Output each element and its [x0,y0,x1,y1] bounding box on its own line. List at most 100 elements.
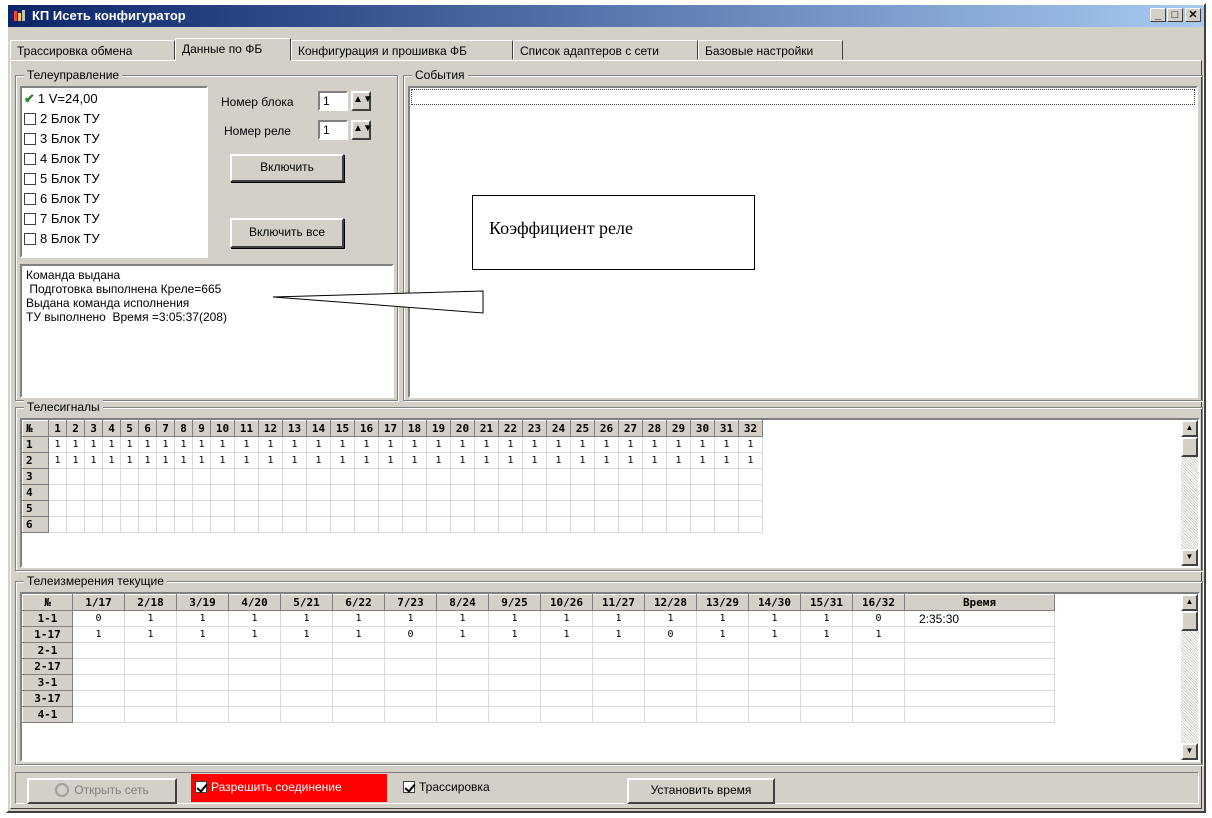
table-cell[interactable] [644,674,697,691]
table-row[interactable]: 3-17 [22,690,1055,707]
table-cell[interactable] [124,690,177,707]
table-cell[interactable]: 1 [618,436,643,453]
table-cell[interactable] [800,706,853,723]
table-cell[interactable]: 1 [714,452,739,469]
table-cell[interactable] [72,658,125,675]
table-cell[interactable]: 1 [800,610,853,627]
scroll-down-icon[interactable]: ▼ [1181,743,1198,760]
relay-item[interactable]: 6 Блок ТУ [24,189,204,209]
table-cell[interactable]: 0 [384,626,437,643]
table-cell[interactable] [84,484,103,501]
table-cell[interactable] [696,674,749,691]
tab-trace[interactable]: Трассировка обмена [10,40,175,60]
table-cell[interactable] [642,500,667,517]
table-cell[interactable] [748,690,801,707]
table-cell[interactable]: 1 [234,452,259,469]
table-cell[interactable] [330,468,355,485]
block-number-input[interactable]: 1 [318,91,348,111]
table-cell[interactable]: 1 [66,452,85,469]
table-cell[interactable] [474,468,499,485]
tracing-toggle[interactable]: Трассировка [397,776,547,800]
allow-connection-checkbox[interactable] [195,781,207,793]
table-cell[interactable] [282,500,307,517]
table-cell[interactable] [618,500,643,517]
table-cell[interactable] [48,500,67,517]
table-cell[interactable] [546,500,571,517]
table-cell[interactable] [156,484,175,501]
table-cell[interactable]: 1 [174,452,193,469]
table-cell[interactable] [800,642,853,659]
tab-fb-config[interactable]: Конфигурация и прошивка ФБ [291,40,513,60]
table-cell[interactable]: 1 [282,436,307,453]
table-cell[interactable] [748,706,801,723]
relay-number-spin-icon[interactable]: ▲▼ [351,120,373,140]
table-cell[interactable] [192,516,211,533]
table-cell[interactable] [102,516,121,533]
table-cell[interactable] [84,468,103,485]
relay-item[interactable]: 8 Блок ТУ [24,229,204,249]
table-cell[interactable] [644,658,697,675]
table-cell[interactable] [306,500,331,517]
table-cell[interactable] [332,690,385,707]
table-cell[interactable] [384,706,437,723]
table-cell[interactable]: 1 [738,452,763,469]
table-cell[interactable]: 1 [498,452,523,469]
table-cell[interactable] [280,690,333,707]
table-cell[interactable] [228,658,281,675]
table-cell[interactable] [540,642,593,659]
table-cell[interactable]: 1 [176,610,229,627]
table-cell[interactable] [426,500,451,517]
table-cell[interactable] [234,516,259,533]
table-cell[interactable] [852,658,905,675]
table-cell[interactable] [402,468,427,485]
table-cell[interactable]: 1 [330,436,355,453]
relay-number-input[interactable]: 1 [318,120,348,140]
table-cell[interactable]: 1 [800,626,853,643]
table-cell[interactable] [852,674,905,691]
table-cell[interactable] [592,642,645,659]
switch-on-all-button[interactable]: Включить все [230,218,344,248]
table-cell[interactable] [690,468,715,485]
table-cell[interactable]: 1 [474,436,499,453]
table-cell[interactable]: 1 [642,436,667,453]
table-cell[interactable] [282,516,307,533]
title-bar[interactable]: КП Исеть конфигуратор _ □ ✕ [8,5,1204,27]
table-cell[interactable] [234,468,259,485]
table-cell[interactable] [748,642,801,659]
table-cell[interactable] [280,706,333,723]
table-row[interactable]: 4 [22,484,763,501]
table-cell[interactable]: 1 [498,436,523,453]
table-cell[interactable]: 1 [402,452,427,469]
table-cell[interactable] [738,500,763,517]
table-cell[interactable]: 0 [852,610,905,627]
table-cell[interactable]: 1 [72,626,125,643]
table-cell[interactable]: 1 [696,610,749,627]
table-cell[interactable] [436,658,489,675]
table-cell[interactable] [306,468,331,485]
table-cell[interactable] [800,690,853,707]
scroll-up-icon[interactable]: ▲ [1181,594,1198,611]
table-cell[interactable]: 1 [618,452,643,469]
table-cell[interactable] [474,516,499,533]
table-cell[interactable] [384,674,437,691]
table-cell[interactable]: 1 [102,452,121,469]
table-cell[interactable] [280,658,333,675]
table-cell[interactable]: 1 [426,436,451,453]
tab-base-settings[interactable]: Базовые настройки [698,40,843,60]
table-cell[interactable] [714,468,739,485]
table-cell[interactable] [522,484,547,501]
table-cell[interactable] [592,690,645,707]
table-cell[interactable] [102,468,121,485]
table-cell[interactable] [540,706,593,723]
table-cell[interactable] [592,658,645,675]
table-cell[interactable] [332,674,385,691]
table-cell[interactable] [192,500,211,517]
table-cell[interactable]: 1 [306,452,331,469]
table-cell[interactable]: 1 [570,452,595,469]
table-cell[interactable]: 1 [124,626,177,643]
table-cell[interactable] [156,468,175,485]
table-cell[interactable]: 1 [748,610,801,627]
table-cell[interactable]: 1 [570,436,595,453]
table-cell[interactable]: 1 [594,452,619,469]
table-cell[interactable] [644,706,697,723]
